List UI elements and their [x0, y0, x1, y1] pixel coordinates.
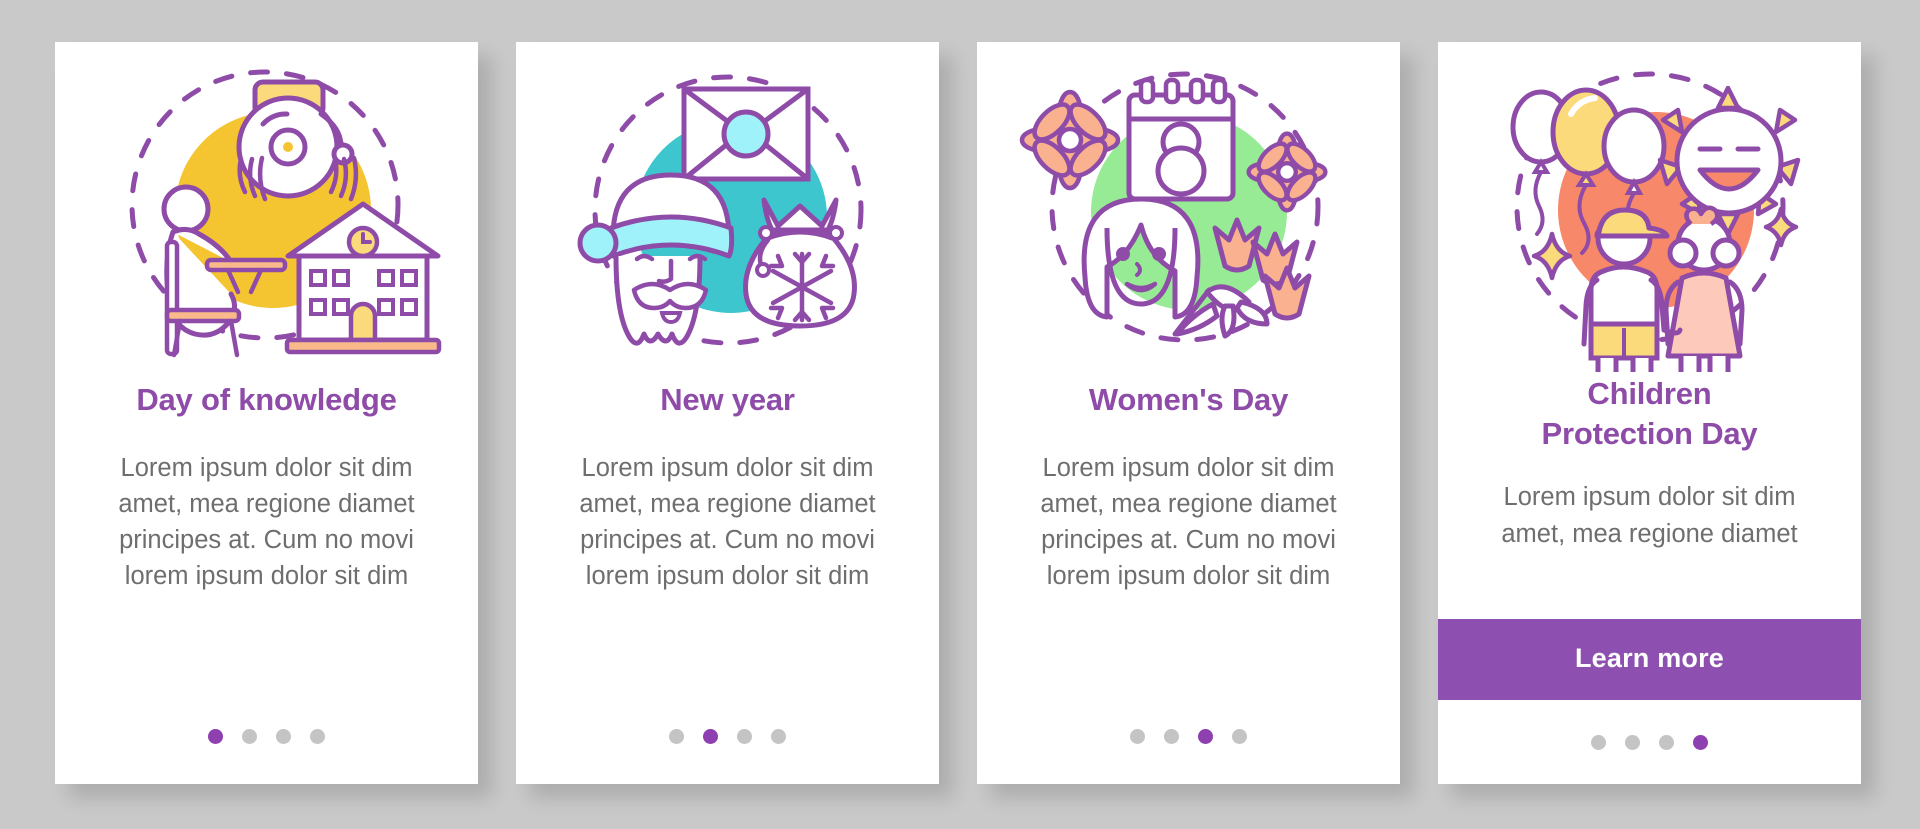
- pagination-dot-3[interactable]: [1659, 734, 1674, 750]
- pagination-dot-2[interactable]: [1625, 734, 1640, 750]
- pagination-dots[interactable]: [669, 688, 786, 784]
- onboarding-card-children-protection-day: Children Protection Day Lorem ipsum dolo…: [1438, 42, 1861, 784]
- card-description: Lorem ipsum dolor sit dim amet, mea regi…: [579, 453, 876, 591]
- school-desk-bell-house-icon: [55, 42, 478, 372]
- pagination-dot-4[interactable]: [1232, 728, 1247, 744]
- page-title: Children Protection Day: [1541, 376, 1758, 451]
- pagination-dot-3[interactable]: [276, 728, 291, 744]
- page-title: New year: [660, 382, 795, 417]
- pagination-dot-1[interactable]: [669, 728, 684, 744]
- pagination-dot-1[interactable]: [208, 728, 223, 744]
- page-title: Women's Day: [1088, 382, 1289, 417]
- pagination-dot-1[interactable]: [1591, 734, 1606, 750]
- pagination-dots[interactable]: [208, 688, 325, 784]
- children-balloons-sun-icon: [1438, 42, 1861, 372]
- onboarding-card-new-year: New year Lorem ipsum dolor sit dim amet,…: [516, 42, 939, 784]
- santa-envelope-giftsack-icon: [516, 42, 939, 372]
- onboarding-card-day-of-knowledge: Day of knowledge Lorem ipsum dolor sit d…: [55, 42, 478, 784]
- pagination-dot-2[interactable]: [703, 728, 718, 744]
- pagination-dot-3[interactable]: [1198, 728, 1213, 744]
- pagination-dot-4[interactable]: [1693, 734, 1708, 750]
- woman-calendar-flowers-icon: [977, 42, 1400, 372]
- pagination-dot-1[interactable]: [1130, 728, 1145, 744]
- page-title: Day of knowledge: [136, 382, 397, 417]
- pagination-dot-2[interactable]: [1164, 728, 1179, 744]
- card-description: Lorem ipsum dolor sit dim amet, mea regi…: [1501, 483, 1798, 548]
- pagination-dot-4[interactable]: [771, 728, 786, 744]
- card-description: Lorem ipsum dolor sit dim amet, mea regi…: [118, 453, 415, 591]
- card-description: Lorem ipsum dolor sit dim amet, mea regi…: [1040, 453, 1337, 591]
- onboarding-screens-board: Day of knowledge Lorem ipsum dolor sit d…: [0, 0, 1920, 829]
- pagination-dot-2[interactable]: [242, 728, 257, 744]
- learn-more-button[interactable]: Learn more: [1438, 619, 1861, 700]
- pagination-dot-3[interactable]: [737, 728, 752, 744]
- pagination-dots[interactable]: [1591, 700, 1708, 784]
- onboarding-card-womens-day: Women's Day Lorem ipsum dolor sit dim am…: [977, 42, 1400, 784]
- pagination-dots[interactable]: [1130, 688, 1247, 784]
- pagination-dot-4[interactable]: [310, 728, 325, 744]
